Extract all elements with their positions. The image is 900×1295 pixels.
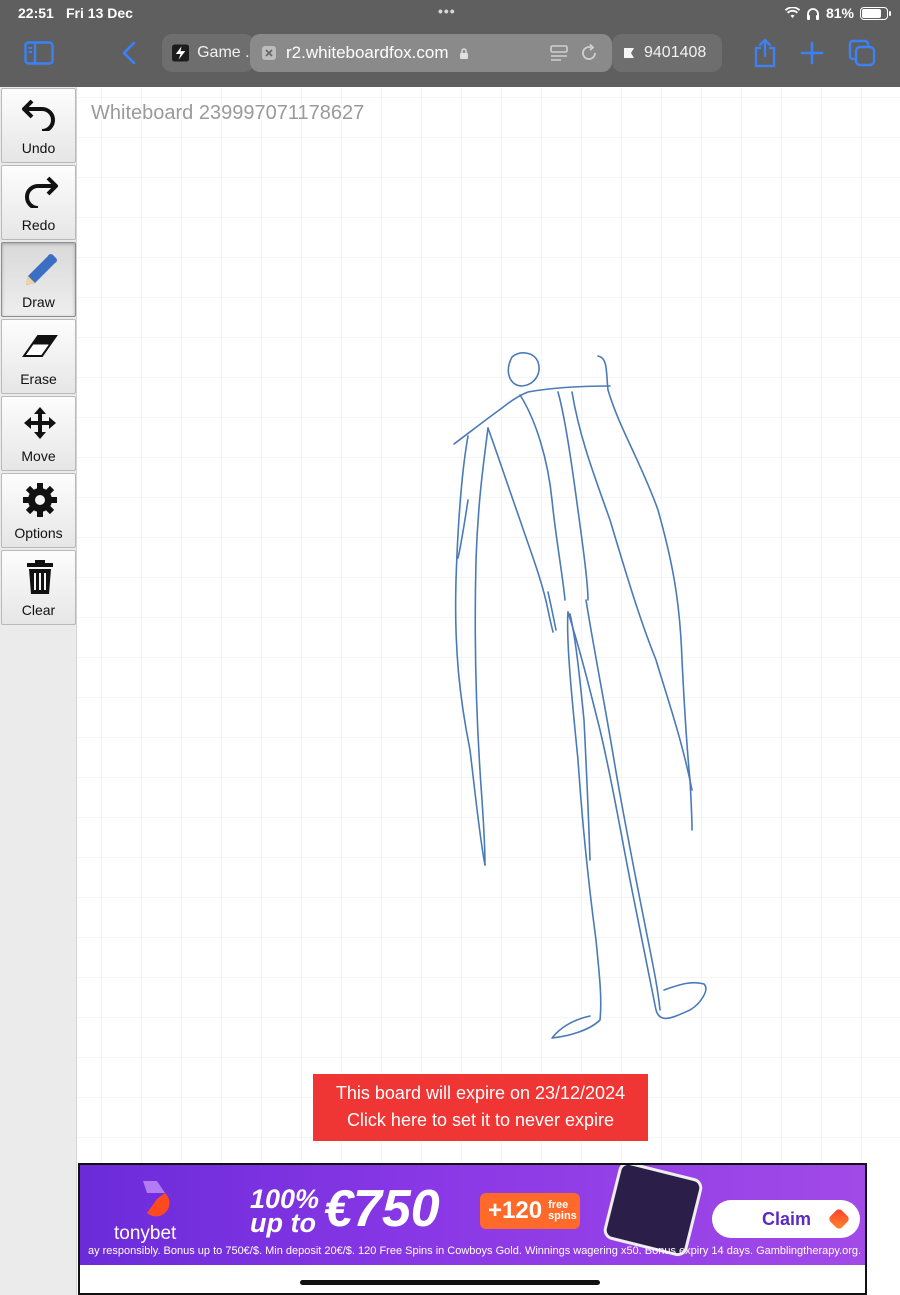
headphones-icon <box>806 7 819 20</box>
multitasking-dots-icon[interactable]: ••• <box>438 3 456 19</box>
move-button[interactable]: Move <box>1 396 76 471</box>
ad-banner[interactable]: tonybet 100% up to €750 +120 free spins C… <box>78 1163 867 1295</box>
lock-icon <box>459 47 468 59</box>
brand-logo-icon <box>143 1181 170 1217</box>
tool-palette: Undo Redo Draw Erase Move Options Clear <box>0 87 77 1295</box>
move-icon <box>24 407 56 439</box>
expiry-notice-button[interactable]: This board will expire on 23/12/2024 Cli… <box>313 1074 648 1141</box>
tab-whiteboard[interactable]: r2.whiteboardfox.com <box>250 34 612 72</box>
tool-label: Erase <box>20 371 57 387</box>
tab-other[interactable]: 9401408 <box>612 34 722 72</box>
status-date: Fri 13 Dec <box>66 5 133 21</box>
ad-spins-number: +120 <box>488 1197 543 1224</box>
wifi-icon <box>784 7 800 18</box>
tool-label: Move <box>21 448 56 464</box>
status-bar: 22:51 Fri 13 Dec ••• 81% <box>0 0 900 26</box>
draw-button[interactable]: Draw <box>1 242 76 317</box>
ad-amount: €750 <box>324 1180 440 1238</box>
pencil-icon <box>26 254 57 285</box>
tab-game[interactable]: Game .. <box>162 34 254 72</box>
clear-button[interactable]: Clear <box>1 550 76 625</box>
browser-chrome: 22:51 Fri 13 Dec ••• 81% Game .. r2.whit… <box>0 0 900 87</box>
status-time: 22:51 <box>18 5 54 21</box>
arrow-icon <box>827 1207 851 1231</box>
tool-label: Clear <box>21 602 56 618</box>
new-tab-plus-icon[interactable] <box>795 36 829 70</box>
ad-disclaimer: ay responsibly. Bonus up to 750€/$. Min … <box>87 1245 862 1257</box>
lightning-icon <box>172 44 190 62</box>
eraser-icon <box>22 335 58 357</box>
tool-label: Draw <box>22 294 55 310</box>
tool-label: Options <box>14 525 63 541</box>
battery-icon <box>860 6 891 20</box>
screen: 22:51 Fri 13 Dec ••• 81% Game .. r2.whit… <box>0 0 900 1295</box>
reader-icon[interactable] <box>549 44 569 62</box>
ad-phone-image <box>601 1165 705 1259</box>
home-indicator[interactable] <box>300 1280 600 1285</box>
ad-headline-prefix: 100% up to <box>250 1186 319 1238</box>
ad-up-to: up to <box>250 1208 316 1238</box>
ad-brand-name: tonybet <box>114 1223 177 1244</box>
tool-label: Redo <box>21 217 56 233</box>
ad-claim-label: Claim <box>762 1208 812 1229</box>
redo-button[interactable]: Redo <box>1 165 76 240</box>
reload-icon[interactable] <box>579 43 599 63</box>
expiry-line-2: Click here to set it to never expire <box>346 1110 615 1130</box>
undo-button[interactable]: Undo <box>1 88 76 163</box>
url-text[interactable]: r2.whiteboardfox.com <box>286 43 449 63</box>
flag-icon <box>624 48 634 58</box>
trash-icon <box>27 560 53 594</box>
options-button[interactable]: Options <box>1 473 76 548</box>
back-chevron-icon[interactable] <box>112 36 146 70</box>
close-icon[interactable] <box>262 46 276 60</box>
tab-label: 9401408 <box>644 44 707 61</box>
tab-label: Game .. <box>197 44 254 61</box>
gear-icon <box>23 483 57 517</box>
whiteboard-canvas[interactable] <box>77 87 900 1163</box>
redo-icon <box>25 176 58 208</box>
status-indicators: 81% <box>784 5 891 21</box>
ad-free-spins-badge: +120 free spins <box>480 1193 580 1229</box>
share-icon[interactable] <box>748 36 782 70</box>
expiry-line-1: This board will expire on 23/12/2024 <box>335 1083 626 1103</box>
sidebar-toggle-icon[interactable] <box>22 36 56 70</box>
ad-claim-button[interactable]: Claim <box>712 1200 860 1238</box>
battery-percent: 81% <box>825 5 854 21</box>
tool-label: Undo <box>21 140 56 156</box>
erase-button[interactable]: Erase <box>1 319 76 394</box>
ad-spins-text: free spins <box>548 1199 577 1222</box>
undo-icon <box>22 99 55 131</box>
board-title: Whiteboard 239997071178627 <box>91 102 365 124</box>
tabs-overview-icon[interactable] <box>845 36 879 70</box>
